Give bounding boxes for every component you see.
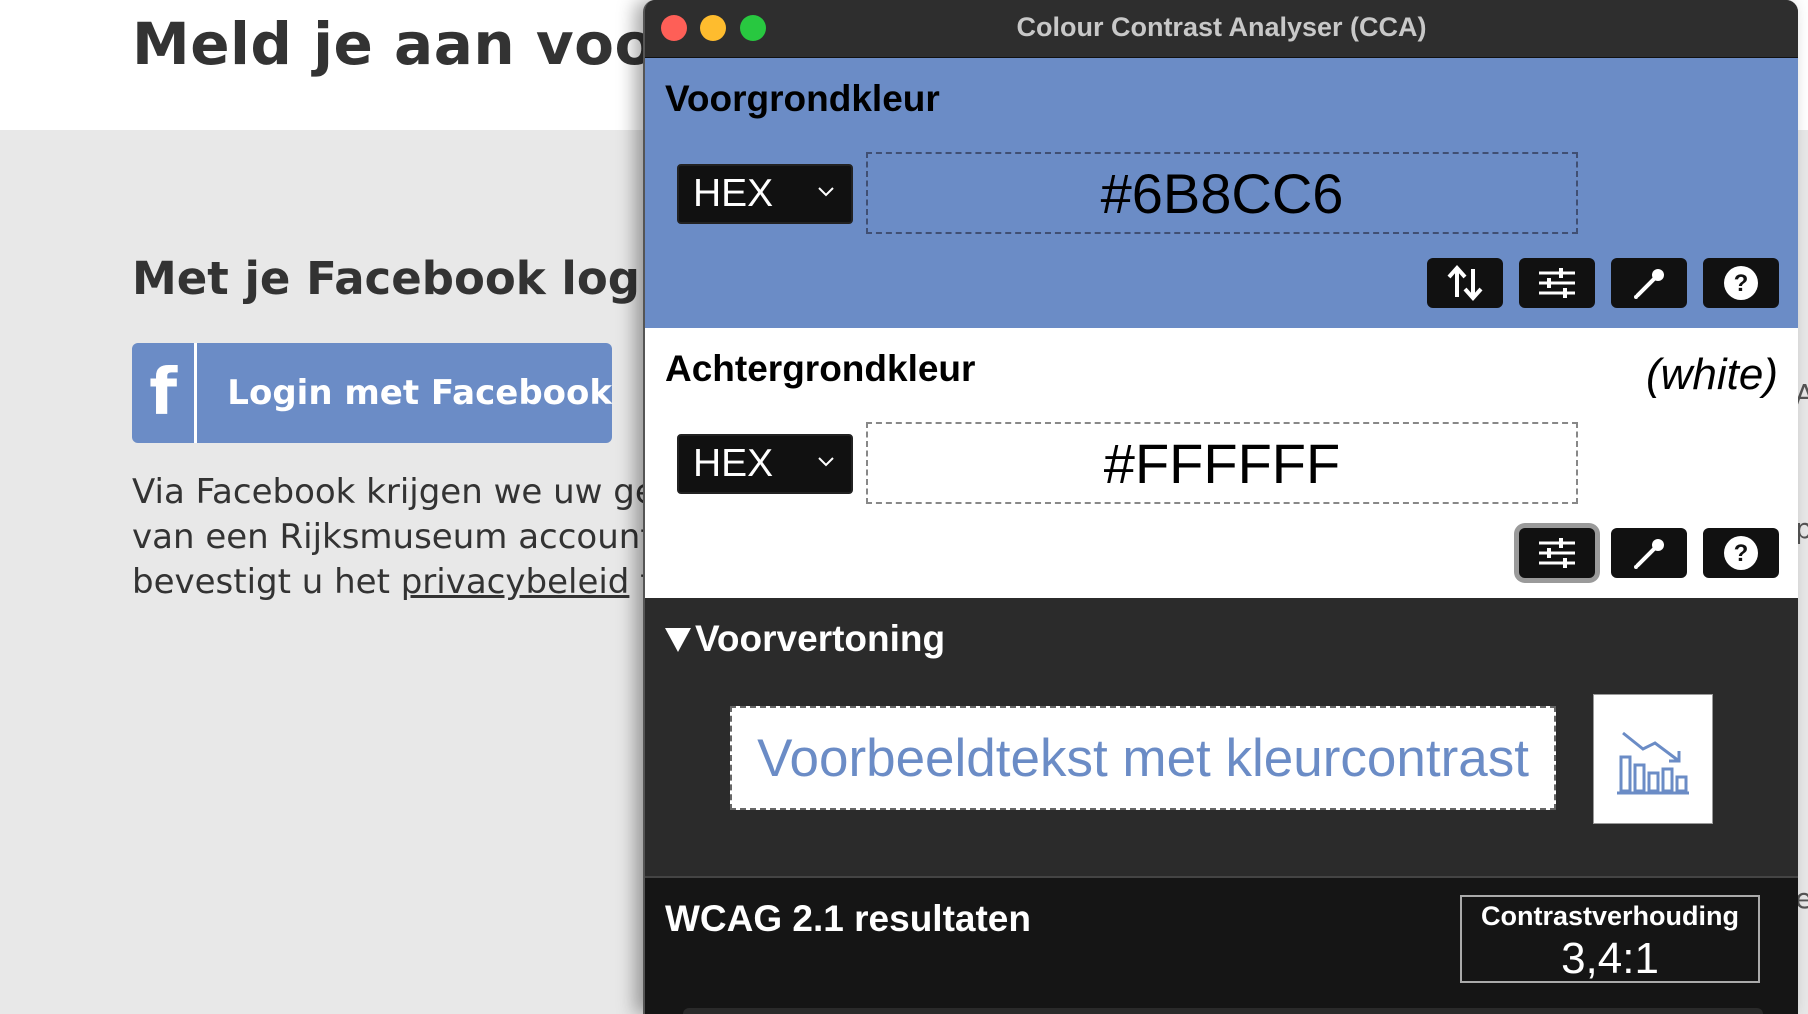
- chevron-down-icon: [818, 187, 834, 197]
- window-titlebar[interactable]: Colour Contrast Analyser (CCA): [645, 0, 1798, 58]
- foreground-format-select[interactable]: HEX: [677, 164, 853, 224]
- svg-text:?: ?: [1734, 270, 1749, 297]
- foreground-adjust-button[interactable]: [1519, 258, 1595, 308]
- foreground-help-button[interactable]: ?: [1703, 258, 1779, 308]
- contrast-ratio-value: 3,4:1: [1561, 934, 1659, 983]
- sliders-icon: [1539, 268, 1575, 298]
- contrast-ratio-box: Contrastverhouding 3,4:1: [1460, 895, 1760, 983]
- swap-colors-button[interactable]: [1427, 258, 1503, 308]
- eyedropper-icon: [1634, 269, 1664, 299]
- facebook-login-label: Login met Facebook: [227, 373, 612, 413]
- preview-heading[interactable]: Voorvertoning: [695, 618, 945, 660]
- facebook-info-text: Via Facebook krijgen we uw gege van een …: [132, 470, 707, 605]
- facebook-login-button[interactable]: f Login met Facebook: [132, 343, 612, 443]
- info-line-2: van een Rijksmuseum account. D: [132, 517, 702, 557]
- info-line-1: Via Facebook krijgen we uw gege: [132, 472, 699, 512]
- results-scrollbar[interactable]: [683, 1008, 1763, 1014]
- cca-window: Colour Contrast Analyser (CCA) Voorgrond…: [643, 0, 1798, 1014]
- background-eyedropper-button[interactable]: [1611, 528, 1687, 578]
- svg-text:?: ?: [1734, 540, 1749, 567]
- swap-icon: [1447, 264, 1483, 302]
- facebook-icon: f: [132, 343, 198, 443]
- window-title: Colour Contrast Analyser (CCA): [1016, 12, 1427, 42]
- help-icon: ?: [1724, 536, 1758, 570]
- background-color-name: (white): [1645, 350, 1778, 399]
- privacy-policy-link[interactable]: privacybeleid: [401, 562, 630, 602]
- chevron-down-icon: [818, 457, 834, 467]
- collapse-triangle-icon[interactable]: [665, 628, 691, 652]
- background-adjust-button[interactable]: [1519, 528, 1595, 578]
- results-heading: WCAG 2.1 resultaten: [665, 898, 1031, 939]
- background-heading: Achtergrondkleur: [665, 348, 976, 389]
- background-format-select[interactable]: HEX: [677, 434, 853, 494]
- chart-icon: [1617, 731, 1689, 795]
- background-hex-input[interactable]: #FFFFFF: [866, 422, 1578, 504]
- contrast-ratio-label: Contrastverhouding: [1480, 901, 1739, 931]
- preview-section: Voorvertoning Voorbeeldtekst met kleurco…: [645, 598, 1798, 876]
- info-line-3-prefix: bevestigt u het: [132, 562, 401, 602]
- simulation-chart-button[interactable]: [1593, 694, 1713, 824]
- foreground-hex-input[interactable]: #6B8CC6: [866, 152, 1578, 234]
- help-icon: ?: [1724, 266, 1758, 300]
- background-format-value: HEX: [693, 442, 774, 485]
- background-section: Achtergrondkleur (white) HEX #FFFFFF ?: [645, 328, 1798, 598]
- foreground-heading: Voorgrondkleur: [665, 78, 940, 119]
- background-help-button[interactable]: ?: [1703, 528, 1779, 578]
- facebook-login-heading: Met je Facebook login: [132, 252, 688, 305]
- foreground-section: Voorgrondkleur HEX #6B8CC6 ?: [645, 58, 1798, 328]
- info-line-3: bevestigt u het privacybeleid te h: [132, 560, 707, 605]
- foreground-format-value: HEX: [693, 172, 774, 215]
- results-section: WCAG 2.1 resultaten Contrastverhouding 3…: [645, 876, 1798, 1014]
- preview-sample-text: Voorbeeldtekst met kleurcontrast: [730, 706, 1556, 810]
- sliders-icon: [1539, 538, 1575, 568]
- eyedropper-icon: [1634, 539, 1664, 569]
- foreground-eyedropper-button[interactable]: [1611, 258, 1687, 308]
